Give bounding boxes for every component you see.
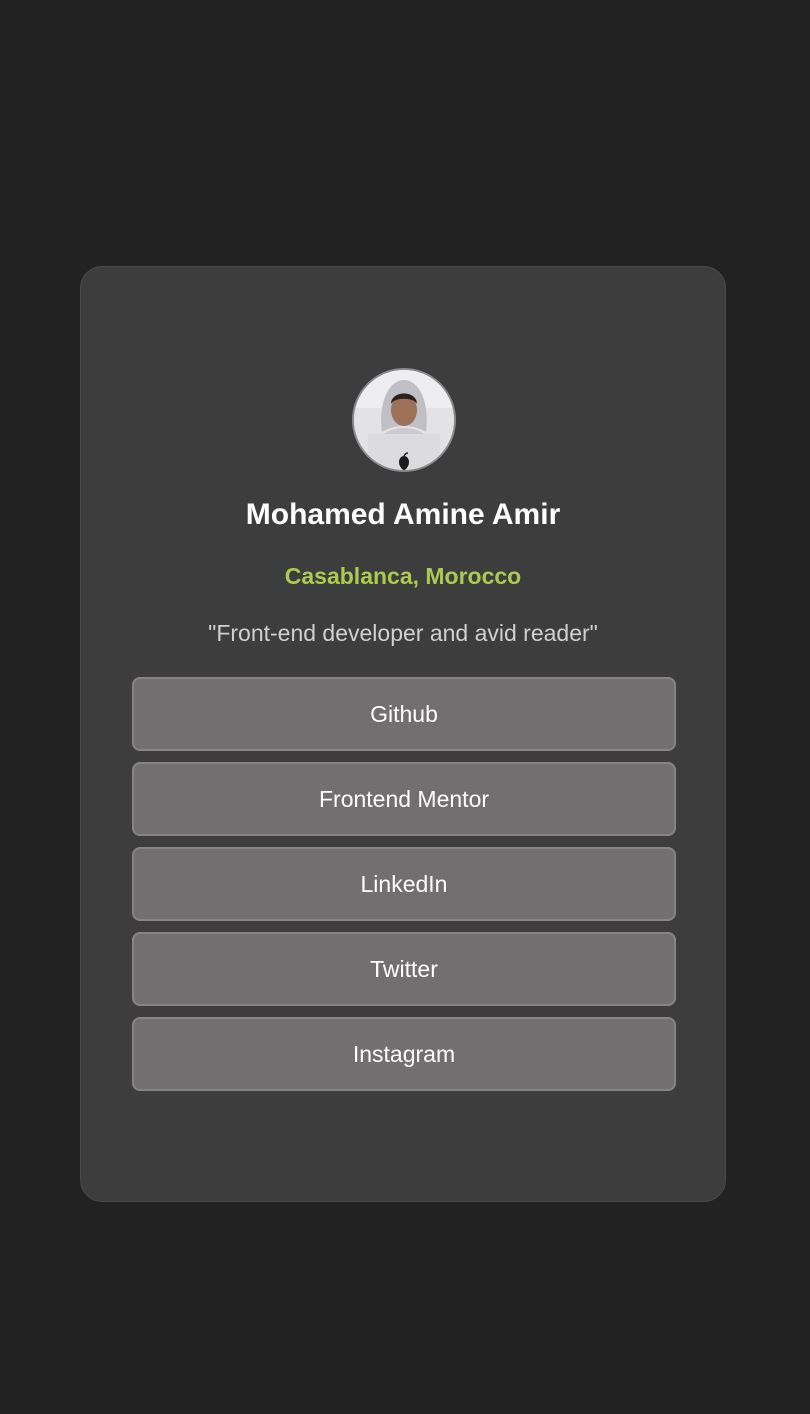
profile-bio: "Front-end developer and avid reader" <box>208 620 598 646</box>
profile-location: Casablanca, Morocco <box>284 563 522 589</box>
linkedin-link-button[interactable]: LinkedIn <box>132 847 676 921</box>
frontend-mentor-link-button[interactable]: Frontend Mentor <box>132 762 676 836</box>
twitter-link-button[interactable]: Twitter <box>132 932 676 1006</box>
github-link-button[interactable]: Github <box>132 677 676 751</box>
instagram-link-button[interactable]: Instagram <box>132 1017 676 1091</box>
avatar <box>352 368 456 472</box>
profile-name: Mohamed Amine Amir <box>245 498 561 531</box>
profile-card: Mohamed Amine Amir Casablanca, Morocco "… <box>80 266 726 1202</box>
avatar-photo <box>354 370 454 470</box>
social-links-list: Github Frontend Mentor LinkedIn Twitter … <box>132 677 676 1091</box>
